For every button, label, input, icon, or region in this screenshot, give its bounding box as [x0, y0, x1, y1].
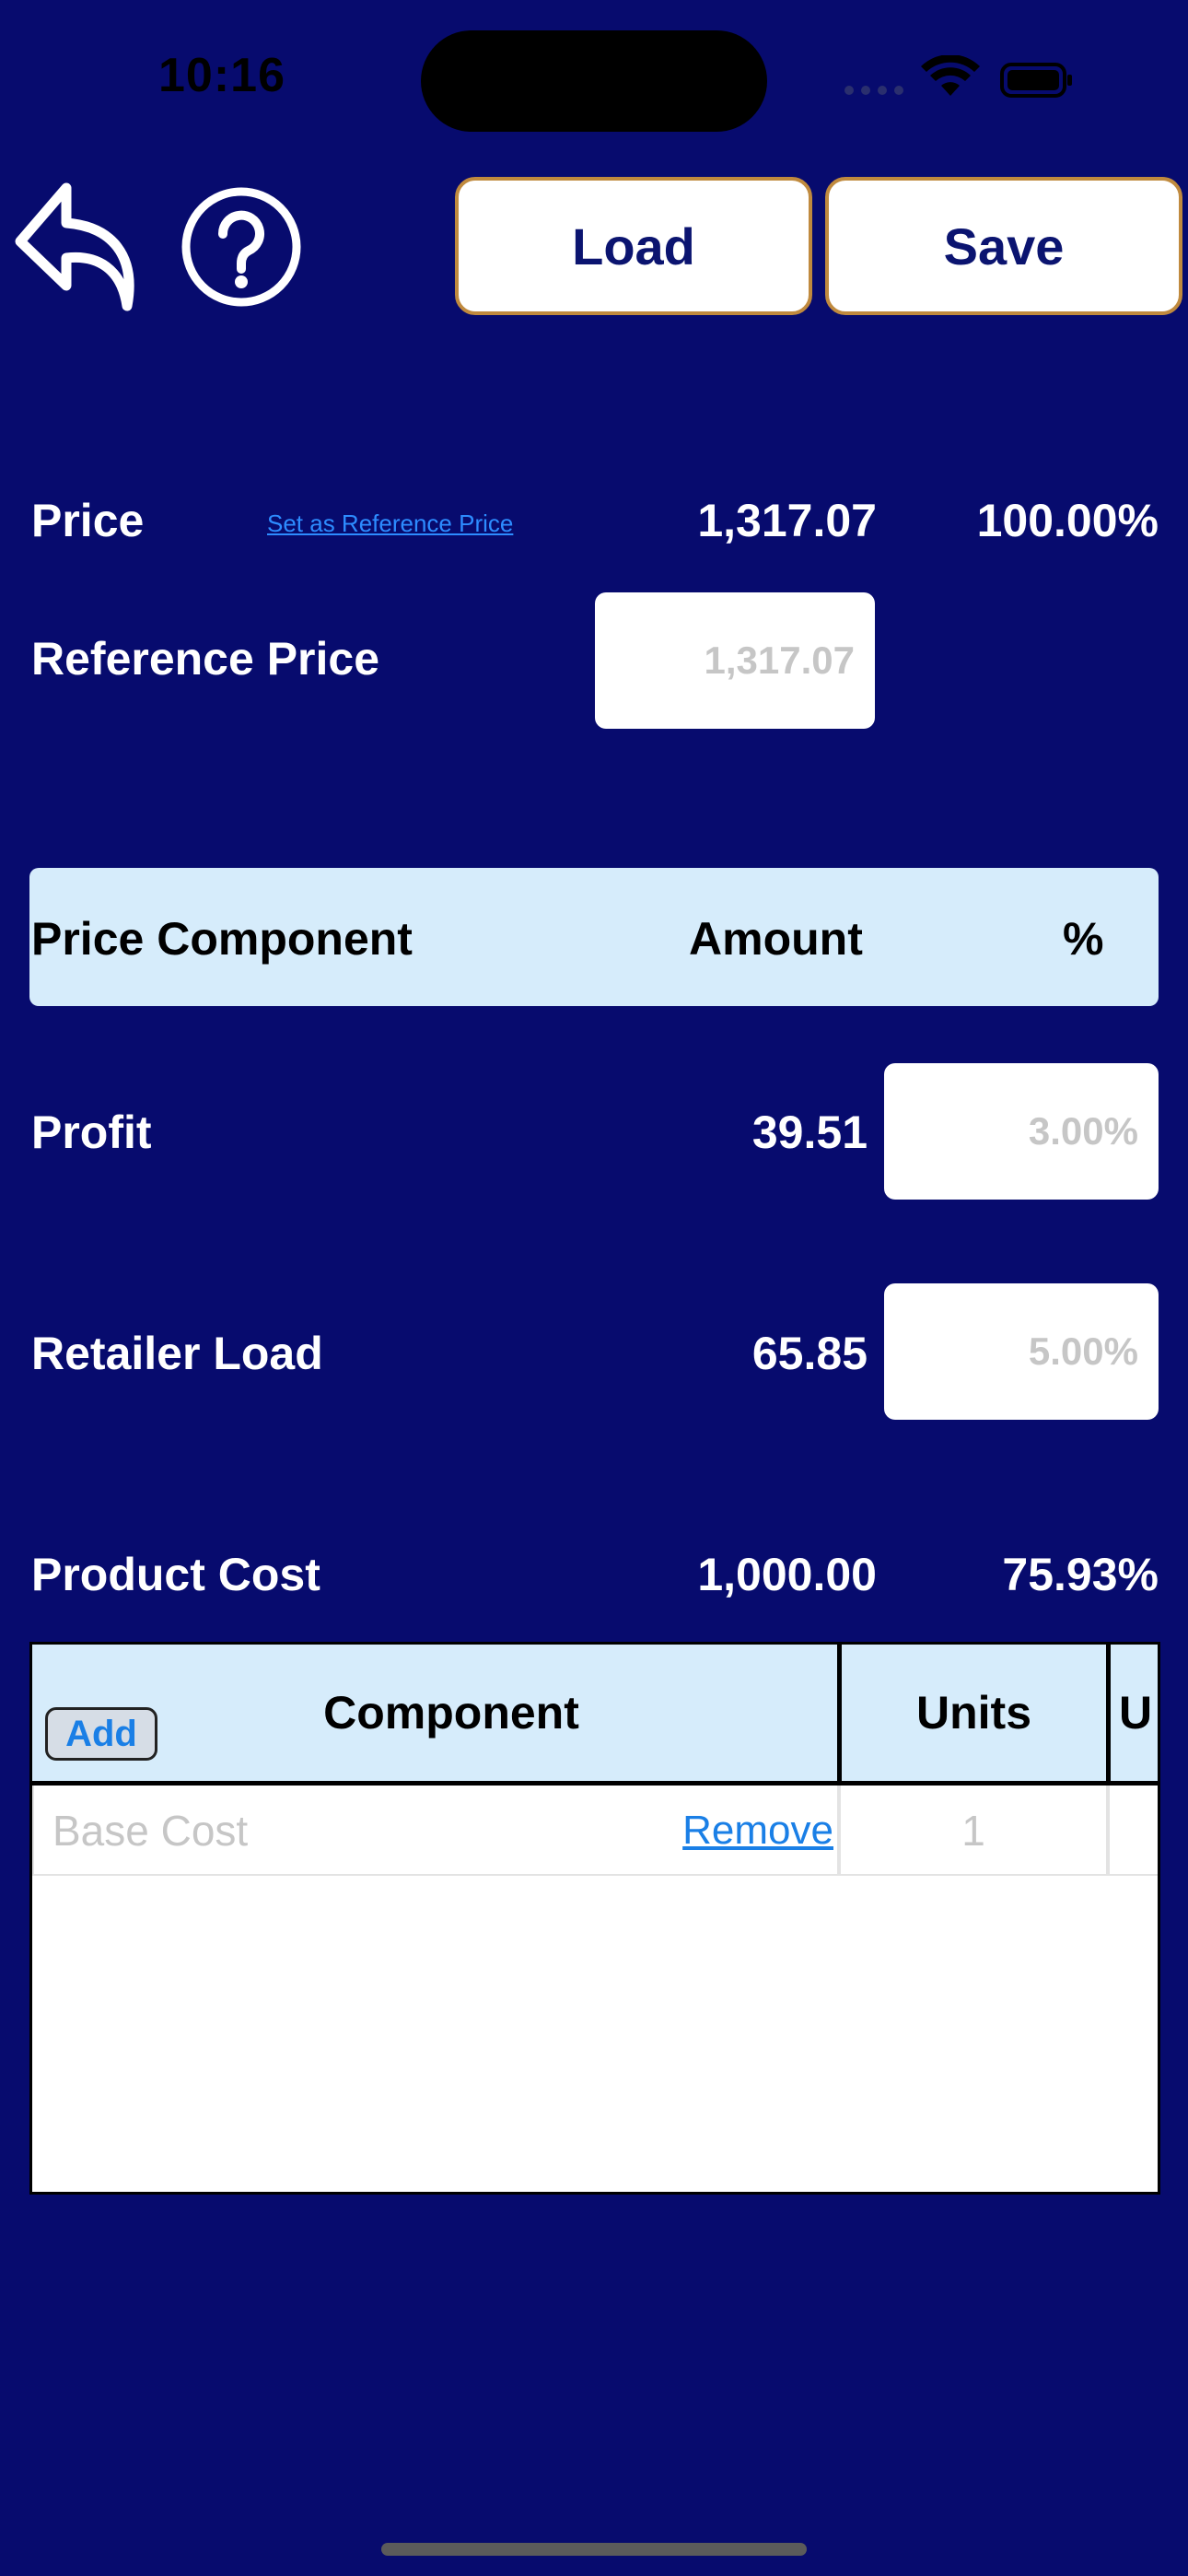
reference-price-input[interactable]: 1,317.07: [595, 592, 875, 729]
product-cost-amount: 1,000.00: [697, 1549, 877, 1600]
product-cost-label: Product Cost: [31, 1549, 320, 1600]
retailer-load-amount: 65.85: [751, 1328, 868, 1379]
column-header-component: Component: [323, 1687, 579, 1739]
cost-components-table: Add Component Units U Base Cost Remove 1: [29, 1642, 1160, 2195]
profit-percent-input[interactable]: 3.00%: [884, 1063, 1159, 1200]
retailer-load-label: Retailer Load: [31, 1328, 323, 1379]
product-cost-percent: 75.93%: [1002, 1549, 1159, 1600]
column-header-units: Units: [916, 1687, 1031, 1739]
home-indicator: [381, 2543, 807, 2556]
component-name-input[interactable]: Base Cost: [52, 1806, 248, 1856]
price-component-header: Price Component Amount %: [29, 868, 1159, 1006]
wifi-icon: [921, 54, 980, 96]
price-percent: 100.00%: [976, 495, 1159, 546]
table-row: Base Cost Remove 1: [32, 1786, 1158, 1878]
help-icon: [181, 187, 301, 307]
column-header-unit-cost: U: [1119, 1687, 1153, 1739]
units-input[interactable]: 1: [841, 1806, 1106, 1856]
back-button[interactable]: [13, 181, 134, 313]
unit-cost-cell[interactable]: [1108, 1786, 1158, 1876]
retailer-load-percent-input[interactable]: 5.00%: [884, 1283, 1159, 1420]
price-amount: 1,317.07: [697, 495, 877, 546]
save-button[interactable]: Save: [825, 177, 1182, 315]
reference-price-label: Reference Price: [31, 633, 380, 685]
units-cell: 1: [839, 1786, 1108, 1876]
dynamic-island: [421, 30, 767, 132]
header-percent: %: [1063, 913, 1104, 965]
table-header: Add Component Units U: [32, 1645, 1158, 1786]
undo-arrow-icon: [15, 182, 134, 311]
signal-icon: [844, 86, 903, 95]
price-label: Price: [31, 495, 145, 546]
profit-amount: 39.51: [751, 1107, 868, 1158]
header-price-component: Price Component: [31, 913, 413, 965]
column-divider: [1106, 1645, 1111, 1781]
component-cell: Base Cost Remove: [32, 1786, 839, 1876]
status-time: 10:16: [158, 49, 285, 102]
status-icons: [838, 54, 1077, 101]
battery-icon: [1000, 63, 1072, 98]
set-reference-price-link[interactable]: Set as Reference Price: [267, 509, 513, 538]
add-component-button[interactable]: Add: [45, 1707, 157, 1761]
load-button[interactable]: Load: [455, 177, 812, 315]
profit-label: Profit: [31, 1107, 152, 1158]
remove-component-link[interactable]: Remove: [682, 1808, 833, 1854]
header-amount: Amount: [689, 913, 863, 965]
help-button[interactable]: [181, 186, 302, 308]
